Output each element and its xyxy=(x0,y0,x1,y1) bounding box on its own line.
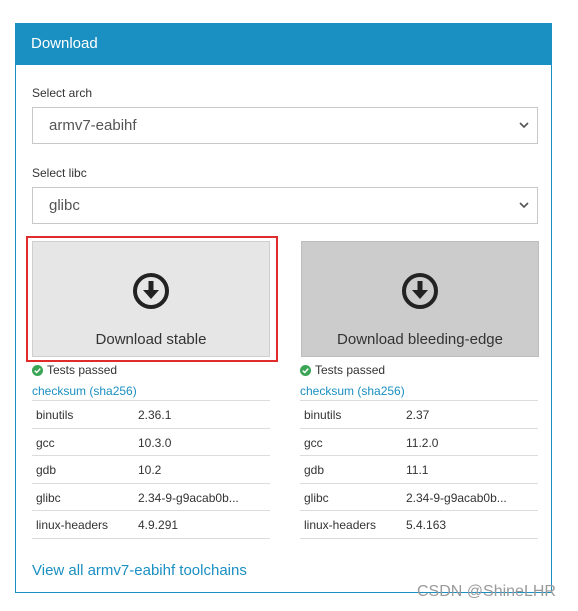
package-name: binutils xyxy=(36,408,74,422)
edge-versions-table: binutils 2.37 gcc 11.2.0 gdb 11.1 glibc 2.34… xyxy=(300,400,538,539)
edge-tests-text: Tests passed xyxy=(315,363,386,377)
download-arrow-icon xyxy=(133,273,169,309)
edge-checksum-link[interactable]: checksum (sha256) xyxy=(300,384,405,398)
package-version: 5.4.163 xyxy=(406,518,447,532)
table-row: gcc 10.3.0 xyxy=(32,429,270,456)
arch-select[interactable]: armv7-eabihf xyxy=(32,107,538,144)
stable-tests-text: Tests passed xyxy=(47,363,118,377)
table-row: binutils 2.36.1 xyxy=(32,401,270,429)
table-row: gcc 11.2.0 xyxy=(300,429,538,456)
package-name: linux-headers xyxy=(36,518,109,532)
table-row: glibc 2.34-9-g9acab0b... xyxy=(32,484,270,511)
download-stable-button[interactable]: Download stable xyxy=(32,241,270,357)
check-circle-icon xyxy=(32,364,43,376)
edge-tests-status: Tests passed xyxy=(300,363,385,377)
package-name: glibc xyxy=(304,490,329,505)
stable-tests-status: Tests passed xyxy=(32,363,117,377)
package-name: linux-headers xyxy=(304,518,377,532)
table-row: glibc 2.34-9-g9acab0b... xyxy=(300,484,538,511)
package-version: 10.3.0 xyxy=(138,435,172,450)
libc-select[interactable]: glibc xyxy=(32,187,538,224)
package-version: 2.34-9-g9acab0b... xyxy=(138,490,239,505)
arch-label: Select arch xyxy=(32,86,93,100)
package-version: 2.37 xyxy=(406,408,430,422)
watermark: CSDN @ShineLHR xyxy=(417,583,556,600)
download-panel: Download Select arch armv7-eabihf Select… xyxy=(15,23,552,593)
download-stable-label: Download stable xyxy=(95,331,207,348)
chevron-down-icon xyxy=(519,122,529,129)
libc-select-value: glibc xyxy=(49,197,80,214)
download-arrow-icon xyxy=(402,273,438,309)
package-version: 11.1 xyxy=(406,463,429,477)
table-row: linux-headers 5.4.163 xyxy=(300,511,538,539)
download-bleeding-edge-button[interactable]: Download bleeding-edge xyxy=(301,241,539,357)
arch-select-value: armv7-eabihf xyxy=(49,117,137,134)
table-row: linux-headers 4.9.291 xyxy=(32,511,270,539)
package-name: gcc xyxy=(304,435,323,450)
check-circle-icon xyxy=(300,364,311,376)
package-version: 10.2 xyxy=(138,463,162,477)
chevron-down-icon xyxy=(519,202,529,209)
libc-label: Select libc xyxy=(32,166,87,180)
package-version: 11.2.0 xyxy=(406,435,439,450)
package-version: 2.36.1 xyxy=(138,408,172,422)
table-row: gdb 10.2 xyxy=(32,456,270,484)
package-version: 2.34-9-g9acab0b... xyxy=(406,490,507,505)
package-name: gdb xyxy=(304,463,325,477)
stable-versions-table: binutils 2.36.1 gcc 10.3.0 gdb 10.2 glibc 2.… xyxy=(32,400,270,539)
view-all-toolchains-link[interactable]: View all armv7-eabihf toolchains xyxy=(32,562,247,579)
package-name: binutils xyxy=(304,408,342,422)
panel-header: Download xyxy=(16,23,551,65)
package-version: 4.9.291 xyxy=(138,518,179,532)
package-name: gdb xyxy=(36,463,57,477)
download-bleeding-edge-label: Download bleeding-edge xyxy=(337,331,503,348)
table-row: binutils 2.37 xyxy=(300,401,538,429)
package-name: gcc xyxy=(36,435,55,450)
stable-checksum-link[interactable]: checksum (sha256) xyxy=(32,384,137,398)
table-row: gdb 11.1 xyxy=(300,456,538,484)
package-name: glibc xyxy=(36,490,61,505)
